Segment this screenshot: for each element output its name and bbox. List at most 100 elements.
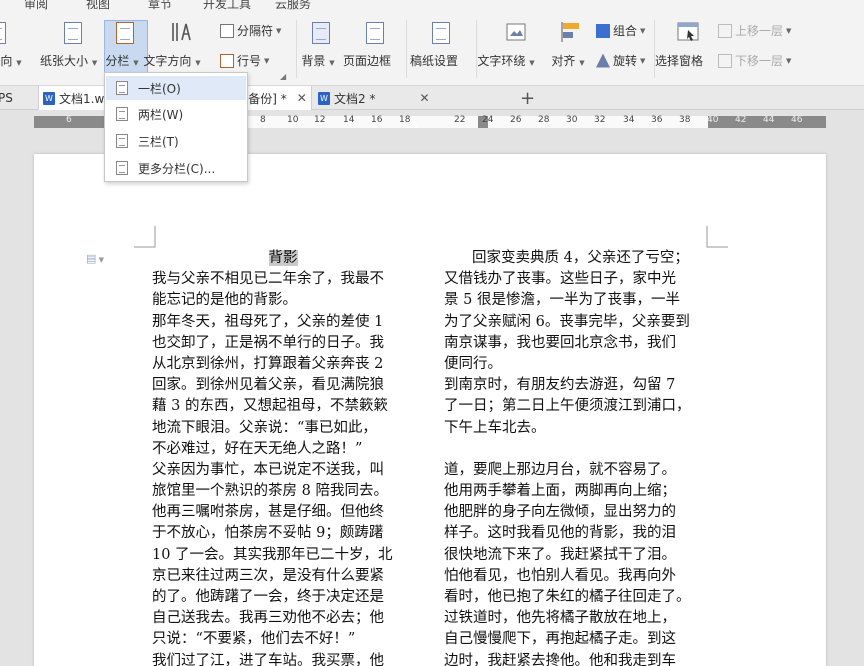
send-backward-icon (718, 53, 732, 68)
text-line: 他肥胖的身子向左微倾，显出努力的 (444, 504, 676, 521)
text-line: 我与父亲不相见已二年余了，我最不 (152, 271, 384, 288)
margin-corner-top-left (134, 226, 156, 248)
text-wrap-icon (504, 20, 526, 46)
text-line: 也交卸了，正是祸不单行的日子。我 (152, 334, 384, 351)
document-page[interactable]: ▤ ▼ 背影 我与父亲不相见已二年余了，我最不 能忘记的是他的背影。 那年冬天，… (34, 154, 826, 666)
paper-size-button[interactable]: 纸张大小 ▼ (40, 14, 97, 68)
more-columns-icon (116, 161, 128, 175)
send-backward-button[interactable]: 下移一层 ▼ (718, 52, 791, 69)
columns-dropdown-menu: 一栏(O) 两栏(W) 三栏(T) 更多分栏(C)... (104, 72, 248, 182)
text-column-right[interactable]: 回家变卖典质 4，父亲还了亏空； 又借钱办了丧事。这些日子，家中光 景 5 很是… (444, 248, 714, 666)
text-direction-icon (170, 20, 192, 46)
columns-icon (114, 20, 136, 46)
text-line: 看时，他已抱了朱红的橘子往回走了。 (444, 589, 691, 605)
selection-pane-icon (676, 20, 699, 46)
new-tab-button[interactable]: + (520, 86, 535, 110)
page-border-icon (364, 20, 386, 46)
text-line: 道，要爬上那边月台，就不容易了。 (444, 461, 676, 478)
menu-chapter[interactable]: 章节 (148, 0, 172, 12)
orientation-button[interactable]: 方向 ▼ (0, 14, 22, 68)
align-icon (560, 20, 582, 46)
text-line: 能忘记的是他的背影。 (152, 292, 297, 309)
close-tab-icon[interactable]: ✕ (297, 91, 307, 105)
rotate-button[interactable]: 旋转 ▼ (596, 52, 645, 69)
background-icon (310, 20, 332, 46)
text-line: 地流下眼泪。父亲说：“事已如此， (152, 419, 377, 436)
tab-fragment-left[interactable]: PS (0, 86, 13, 110)
menu-cloud[interactable]: 云服务 (275, 0, 311, 12)
text-line: 又借钱办了丧事。这些日子，家中光 (444, 271, 676, 288)
group-button[interactable]: 组合 ▼ (596, 22, 645, 39)
menu-review[interactable]: 审阅 (24, 0, 48, 12)
background-button[interactable]: 背景 ▼ (301, 14, 335, 68)
text-line: 回家。到徐州见着父亲，看见满院狼 (152, 377, 384, 394)
text-line: 旅馆里一个熟识的茶房 8 陪我同去。 (152, 483, 388, 500)
text-line: 他再三嘱咐茶房，甚是仔细。但他终 (152, 504, 384, 521)
menu-item-two-columns[interactable]: 两栏(W) (106, 102, 246, 126)
paper-size-icon (62, 20, 84, 46)
paragraph-marker-icon[interactable]: ▤ ▼ (86, 252, 104, 265)
text-line: 怕他看见，也怕别人看见。我再向外 (444, 567, 676, 584)
close-tab-icon[interactable]: ✕ (419, 91, 429, 105)
text-line: 到南京时，有朋友约去游逛，勾留 7 (444, 377, 676, 394)
text-line: 很快地流下来了。我赶紧拭干了泪。 (444, 546, 676, 563)
two-columns-icon (116, 107, 128, 121)
menu-item-one-column[interactable]: 一栏(O) (106, 76, 246, 100)
heading-title: 背影 (268, 250, 298, 266)
text-line: 过铁道时，他先将橘子散放在地上， (444, 610, 676, 627)
margin-corner-top-right (706, 226, 728, 248)
orientation-icon (0, 20, 16, 46)
text-line: 京已来往过两三次，是没有什么要紧 (152, 567, 384, 584)
menu-developer[interactable]: 开发工具 (203, 0, 251, 12)
text-line: 他用两手攀着上面，两脚再向上缩； (444, 483, 676, 500)
text-line: 的了。他踌躇了一会，终于决定还是 (152, 589, 384, 605)
writer-doc-icon: W (318, 91, 330, 105)
bring-forward-icon (718, 23, 732, 38)
text-line: 那年冬天，祖母死了，父亲的差使 1 (152, 313, 384, 330)
text-line: 南京谋事，我也要回北京念书，我们 (444, 334, 676, 351)
one-column-icon (116, 81, 128, 95)
text-line: 从北京到徐州，打算跟着父亲奔丧 2 (152, 355, 384, 372)
align-button[interactable]: 对齐 ▼ (551, 14, 585, 68)
text-line: 了一日；第二日上午便须渡江到浦口， (444, 398, 691, 415)
text-column-left[interactable]: 背影 我与父亲不相见已二年余了，我最不 能忘记的是他的背影。 那年冬天，祖母死了… (152, 248, 414, 666)
manuscript-button[interactable]: 稿纸设置 (410, 14, 458, 68)
columns-button[interactable]: 分栏 ▼ (105, 14, 139, 68)
three-columns-icon (116, 134, 128, 148)
writer-doc-icon: W (43, 91, 55, 105)
bring-forward-button[interactable]: 上移一层 ▼ (718, 22, 791, 39)
line-number-button[interactable]: 行号 ▼ (220, 52, 269, 69)
menu-bar: 审阅 视图 章节 开发工具 云服务 (0, 0, 864, 14)
menu-item-three-columns[interactable]: 三栏(T) (106, 129, 246, 153)
line-number-icon (220, 53, 234, 68)
rotate-icon (596, 53, 610, 68)
text-direction-button[interactable]: 文字方向 ▼ (143, 14, 201, 68)
group-icon (596, 23, 610, 38)
text-wrap-button[interactable]: 文字环绕 ▼ (477, 14, 535, 68)
text-line: 不必难过，好在天无绝人之路！” (152, 440, 363, 457)
text-line: 只说：“不要紧，他们去不好！” (152, 631, 356, 648)
indent-marker-icon[interactable] (410, 120, 418, 128)
text-line: 10 了一会。其实我那年已二十岁，北 (152, 546, 393, 563)
selection-pane-button[interactable]: 选择窗格 (655, 14, 703, 68)
text-line: 藉 3 的东西，又想起祖母，不禁簌簌 (152, 398, 388, 415)
text-line: 样子。这时我看见他的背影，我的泪 (444, 525, 676, 542)
breaks-icon (220, 23, 234, 38)
menu-item-more-columns[interactable]: 更多分栏(C)... (106, 156, 246, 180)
text-line: 景 5 很是惨澹，一半为了丧事，一半 (444, 292, 680, 309)
text-line: 我们过了江，进了车站。我买票，他 (152, 652, 384, 666)
text-line: 自己送我去。我再三劝他不必去；他 (152, 610, 384, 627)
manuscript-icon (430, 20, 452, 46)
text-line: 边时，我赶紧去搀他。他和我走到车 (444, 652, 676, 666)
text-line (444, 439, 714, 460)
dialog-launcher-icon[interactable]: ◢ (280, 72, 286, 81)
text-line: 自己慢慢爬下，再抱起橘子走。到这 (444, 631, 676, 648)
text-line: 下午上车北去。 (444, 419, 546, 436)
text-line: 父亲因为事忙，本已说定不送我，叫 (152, 461, 384, 478)
text-line: 于不放心，怕茶房不妥帖 9；颇踌躇 (152, 525, 384, 542)
tab-document2[interactable]: W 文档2 * ✕ (318, 86, 430, 110)
menu-view[interactable]: 视图 (86, 0, 110, 12)
text-line: 为了父亲赋闲 6。丧事完毕，父亲要到 (444, 313, 690, 330)
page-border-button[interactable]: 页面边框 (343, 14, 391, 68)
breaks-button[interactable]: 分隔符 ▼ (220, 22, 281, 39)
